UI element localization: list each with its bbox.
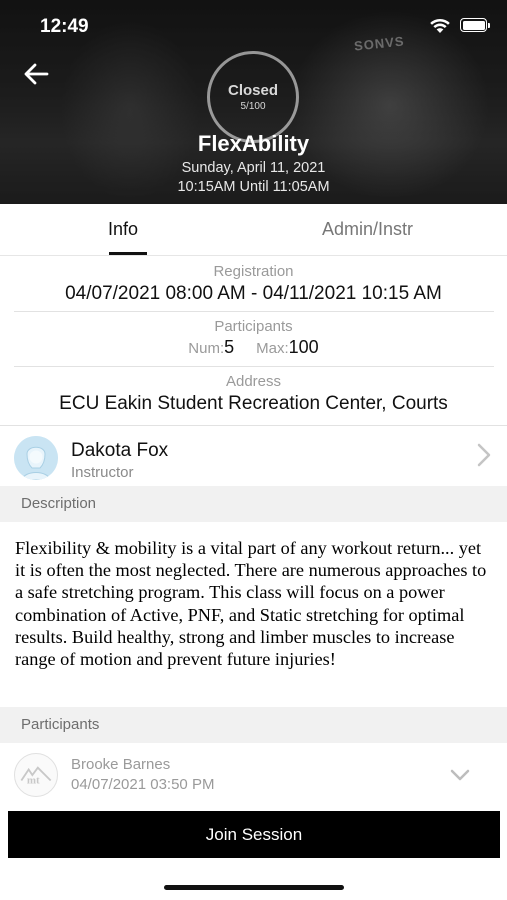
active-tab-indicator (109, 252, 147, 255)
tab-bar: Info Admin/Instr (0, 204, 507, 256)
address-value: ECU Eakin Student Recreation Center, Cou… (59, 393, 448, 414)
tab-admin-instr[interactable]: Admin/Instr (322, 219, 413, 240)
ecu-logo-icon: mt (14, 753, 58, 797)
description-header-label: Description (21, 495, 97, 512)
divider (14, 311, 494, 312)
tab-info[interactable]: Info (108, 219, 138, 240)
instructor-name: Dakota Fox (71, 440, 169, 461)
wifi-icon (430, 18, 450, 33)
home-indicator[interactable] (164, 885, 344, 890)
registration-value: 04/07/2021 08:00 AM - 04/11/2021 10:15 A… (65, 283, 442, 304)
participants-block: Participants Num:5 Max:100 (0, 318, 507, 358)
user-avatar-icon (14, 436, 58, 480)
num-label: Num: (188, 340, 225, 357)
capacity-status: Closed (227, 82, 278, 99)
max-value: 100 (288, 337, 319, 357)
join-session-button[interactable]: Join Session (8, 811, 500, 858)
participants-header-label: Participants (21, 716, 100, 733)
capacity-indicator: Closed 5/100 (207, 51, 299, 143)
registration-block: Registration 04/07/2021 08:00 AM - 04/11… (0, 263, 507, 305)
divider (14, 366, 494, 367)
registration-label: Registration (213, 263, 294, 280)
instructor-row[interactable]: Dakota Fox Instructor (0, 425, 507, 486)
participant-name: Brooke Barnes (71, 756, 171, 773)
class-time-range: 10:15AM Until 11:05AM (177, 179, 330, 195)
capacity-count: 5/100 (240, 101, 266, 112)
participants-header: Participants (0, 707, 507, 743)
battery-icon (460, 18, 490, 32)
class-date: Sunday, April 11, 2021 (181, 160, 326, 176)
num-value: 5 (224, 337, 235, 357)
description-text: Flexibility & mobility is a vital part o… (15, 538, 487, 670)
address-block: Address ECU Eakin Student Recreation Cen… (0, 373, 507, 415)
participant-row[interactable]: mt Brooke Barnes 04/07/2021 03:50 PM (0, 743, 507, 809)
participants-label: Participants (214, 318, 293, 335)
description-header: Description (0, 486, 507, 522)
max-label: Max: (256, 340, 289, 357)
background-sign: SONVS (353, 33, 406, 54)
participants-counts: Num:5 Max:100 (0, 337, 507, 358)
arrow-left-icon[interactable] (22, 60, 50, 88)
svg-text:mt: mt (27, 774, 40, 786)
instructor-role: Instructor (71, 464, 134, 481)
status-icons (428, 16, 490, 34)
status-time: 12:49 (40, 16, 89, 37)
class-title: FlexAbility (197, 131, 310, 156)
header-banner: SONVS 12:49 Closed 5/100 FlexAbility Sun… (0, 0, 507, 204)
chevron-down-icon[interactable] (448, 766, 472, 784)
participant-date: 04/07/2021 03:50 PM (71, 776, 215, 793)
chevron-right-icon[interactable] (474, 440, 494, 470)
address-label: Address (225, 373, 282, 390)
